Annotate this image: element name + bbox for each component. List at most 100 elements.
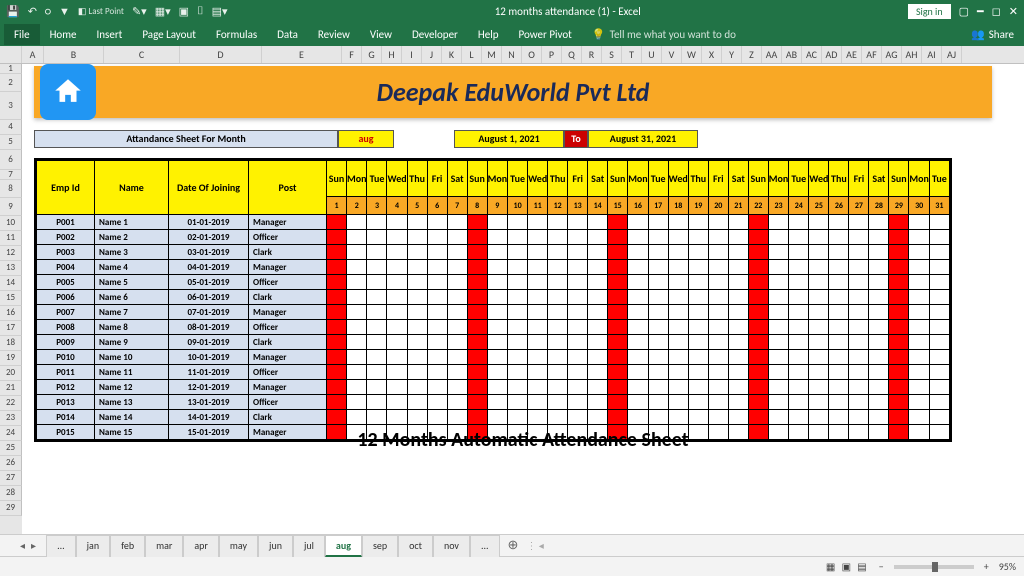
cell-day-26[interactable] <box>829 245 849 260</box>
home-icon[interactable] <box>40 64 96 120</box>
cell-day-20[interactable] <box>708 365 728 380</box>
cell-day-13[interactable] <box>568 230 588 245</box>
cell-post[interactable]: Clark <box>249 245 327 260</box>
cell-day-2[interactable] <box>347 395 367 410</box>
cell-day-1[interactable] <box>327 335 347 350</box>
row-header-25[interactable]: 25 <box>0 441 22 456</box>
cell-day-29[interactable] <box>889 365 909 380</box>
cell-day-3[interactable] <box>367 380 387 395</box>
cell-day-20[interactable] <box>708 215 728 230</box>
cell-day-30[interactable] <box>909 305 929 320</box>
zoom-level[interactable]: 95% <box>999 560 1016 573</box>
cell-day-20[interactable] <box>708 335 728 350</box>
cell-day-17[interactable] <box>648 410 668 425</box>
cell-day-30[interactable] <box>909 365 929 380</box>
cell-day-15[interactable] <box>608 230 628 245</box>
cell-post[interactable]: Clark <box>249 335 327 350</box>
cell-day-9[interactable] <box>487 365 507 380</box>
cell-day-1[interactable] <box>327 275 347 290</box>
col-header-F[interactable]: F <box>342 46 362 63</box>
new-sheet-icon[interactable]: ⊕ <box>508 538 519 553</box>
cell-day-31[interactable] <box>929 395 949 410</box>
col-header-S[interactable]: S <box>602 46 622 63</box>
cell-doj[interactable]: 06-01-2019 <box>169 290 249 305</box>
table-row[interactable]: P014Name 1414-01-2019Clark <box>37 410 950 425</box>
cell-day-13[interactable] <box>568 320 588 335</box>
cell-day-8[interactable] <box>467 335 487 350</box>
cell-post[interactable]: Clark <box>249 290 327 305</box>
cell-day-20[interactable] <box>708 245 728 260</box>
cell-day-5[interactable] <box>407 245 427 260</box>
cell-day-24[interactable] <box>789 410 809 425</box>
cell-day-24[interactable] <box>789 380 809 395</box>
cell-day-16[interactable] <box>628 230 648 245</box>
cell-day-16[interactable] <box>628 305 648 320</box>
col-header-X[interactable]: X <box>702 46 722 63</box>
cell-day-7[interactable] <box>447 350 467 365</box>
cell-day-6[interactable] <box>427 395 447 410</box>
cell-day-18[interactable] <box>668 290 688 305</box>
cell-name[interactable]: Name 11 <box>95 365 169 380</box>
cell-day-7[interactable] <box>447 245 467 260</box>
cell-day-7[interactable] <box>447 215 467 230</box>
cell-day-5[interactable] <box>407 230 427 245</box>
cell-day-10[interactable] <box>508 380 528 395</box>
cell-day-9[interactable] <box>487 230 507 245</box>
month-value[interactable]: aug <box>338 130 394 148</box>
cell-day-3[interactable] <box>367 410 387 425</box>
cell-post[interactable]: Manager <box>249 305 327 320</box>
sheet-tab-apr[interactable]: apr <box>183 535 219 557</box>
cell-emp[interactable]: P006 <box>37 290 95 305</box>
cell-day-15[interactable] <box>608 380 628 395</box>
cell-post[interactable]: Officer <box>249 395 327 410</box>
cell-day-11[interactable] <box>528 305 548 320</box>
table-row[interactable]: P006Name 606-01-2019Clark <box>37 290 950 305</box>
cell-day-1[interactable] <box>327 365 347 380</box>
cell-day-9[interactable] <box>487 320 507 335</box>
row-headers[interactable]: 1234567891011121314151617181920212223242… <box>0 64 22 534</box>
filter-icon[interactable]: ▼ <box>59 5 70 18</box>
cell-day-30[interactable] <box>909 275 929 290</box>
cell-day-17[interactable] <box>648 320 668 335</box>
redo-icon[interactable]: ○ <box>45 5 51 18</box>
last-point-button[interactable]: ◧ Last Point <box>78 6 124 17</box>
cell-day-29[interactable] <box>889 320 909 335</box>
cell-day-13[interactable] <box>568 335 588 350</box>
cell-day-1[interactable] <box>327 215 347 230</box>
cell-name[interactable]: Name 14 <box>95 410 169 425</box>
cell-day-4[interactable] <box>387 245 407 260</box>
cell-day-24[interactable] <box>789 305 809 320</box>
ribbon-tab-developer[interactable]: Developer <box>402 24 468 45</box>
cell-day-26[interactable] <box>829 350 849 365</box>
cell-day-18[interactable] <box>668 320 688 335</box>
cell-post[interactable]: Officer <box>249 320 327 335</box>
cell-day-2[interactable] <box>347 260 367 275</box>
cell-day-4[interactable] <box>387 335 407 350</box>
cell-day-19[interactable] <box>688 320 708 335</box>
cell-day-9[interactable] <box>487 245 507 260</box>
cell-name[interactable]: Name 7 <box>95 305 169 320</box>
sheet-tab-may[interactable]: may <box>219 535 258 557</box>
ribbon-tab-review[interactable]: Review <box>308 24 360 45</box>
cell-day-26[interactable] <box>829 395 849 410</box>
cell-day-8[interactable] <box>467 395 487 410</box>
cell-day-20[interactable] <box>708 305 728 320</box>
cell-day-7[interactable] <box>447 275 467 290</box>
sheet-tab-oct[interactable]: oct <box>398 535 433 557</box>
cell-day-3[interactable] <box>367 305 387 320</box>
ribbon-tab-view[interactable]: View <box>360 24 402 45</box>
cell-day-6[interactable] <box>427 365 447 380</box>
cell-day-10[interactable] <box>508 410 528 425</box>
cell-day-3[interactable] <box>367 395 387 410</box>
cell-day-23[interactable] <box>768 230 788 245</box>
cell-day-12[interactable] <box>548 215 568 230</box>
cell-day-29[interactable] <box>889 215 909 230</box>
cell-emp[interactable]: P013 <box>37 395 95 410</box>
sheet-tab-mar[interactable]: mar <box>145 535 183 557</box>
row-header-28[interactable]: 28 <box>0 486 22 501</box>
cell-day-3[interactable] <box>367 230 387 245</box>
cell-doj[interactable]: 05-01-2019 <box>169 275 249 290</box>
cell-day-5[interactable] <box>407 320 427 335</box>
cell-day-25[interactable] <box>809 380 829 395</box>
cell-day-20[interactable] <box>708 380 728 395</box>
